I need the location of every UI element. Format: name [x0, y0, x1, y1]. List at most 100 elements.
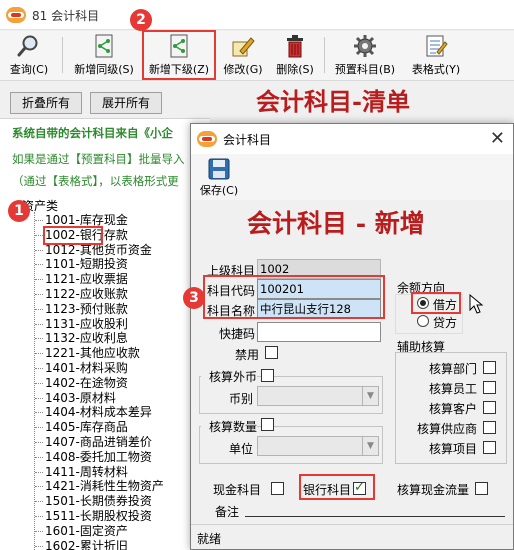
edit-icon [232, 37, 255, 57]
info-line: 如果是通过【预置科目】批量导入 [12, 152, 185, 166]
mouse-cursor-icon [469, 294, 484, 314]
cash-account-checkbox[interactable] [271, 482, 284, 495]
quantity-label: 核算数量 [201, 418, 257, 435]
step-badge: 3 [183, 287, 205, 309]
aux-item-checkbox[interactable] [483, 361, 496, 374]
dialog-toolbar: 保存(C) [191, 154, 513, 200]
aux-item-label: 核算部门 [428, 362, 477, 376]
main-title-bar: 81 会计科目 [0, 0, 514, 30]
table-format-button[interactable]: 表格式(Y) [404, 31, 468, 79]
tree-item[interactable]: 1101-短期投资 [35, 257, 128, 272]
aux-item-label: 核算员工 [428, 382, 477, 396]
info-line: 系统自带的会计科目来自《小企 [12, 126, 173, 140]
currency-select[interactable]: ▼ [257, 386, 379, 406]
close-icon[interactable]: ✕ [490, 128, 505, 149]
foreign-currency-checkbox[interactable] [261, 369, 274, 382]
credit-label: 贷方 [433, 316, 458, 330]
info-line: （通过【表格式】，以表格形式更 [12, 174, 179, 188]
unit-label: 单位 [228, 442, 253, 456]
edit-label: 修改(G) [223, 63, 263, 76]
dialog-heading: 会计科目 - 新增 [247, 209, 425, 238]
delete-button[interactable]: 删除(S) [272, 31, 318, 79]
collapse-all-button[interactable]: 折叠所有 [10, 92, 82, 114]
step-badge: 1 [8, 200, 30, 222]
preset-accounts-button[interactable]: 预置科目(B) [330, 31, 400, 79]
main-toolbar: 查询(C) 新增同级(S) 新增下级(Z) 修改(G) 删除(S) 预置科目(B… [0, 31, 514, 81]
cash-flow-label: 核算现金流量 [397, 483, 470, 497]
currency-label: 币别 [228, 392, 253, 406]
tree-item[interactable]: 1121-应收票据 [35, 272, 128, 287]
disabled-checkbox[interactable] [265, 346, 278, 359]
account-tree[interactable]: 资产类 1001-库存现金 1002-银行存款 1012-其他货币资金 1101-短期… [0, 196, 200, 550]
tree-item[interactable]: 1408-委托加工物资 [35, 450, 152, 465]
tree-item[interactable]: 1407-商品进销差价 [35, 435, 152, 450]
step-badge: 2 [130, 9, 152, 31]
aux-item-checkbox[interactable] [483, 381, 496, 394]
tree-item[interactable]: 1132-应收利息 [35, 331, 128, 346]
save-button[interactable]: 保存(C) [197, 154, 241, 202]
delete-label: 删除(S) [276, 63, 314, 76]
tree-item[interactable]: 1131-应收股利 [35, 317, 128, 332]
aux-item-label: 核算供应商 [416, 422, 477, 436]
tree-item[interactable]: 1601-固定资产 [35, 524, 128, 539]
gear-icon [354, 35, 376, 57]
tree-item[interactable]: 1403-原材料 [35, 391, 116, 406]
app-logo-icon [197, 131, 217, 147]
unit-select[interactable]: ▼ [257, 436, 379, 456]
quick-code-input[interactable] [257, 322, 381, 342]
aux-item-checkbox[interactable] [483, 441, 496, 454]
tree-item[interactable]: 1402-在途物资 [35, 376, 128, 391]
app-logo-icon [6, 7, 26, 23]
trash-icon [287, 35, 303, 58]
status-text: 就绪 [197, 532, 222, 546]
list-title: 会计科目-清单 [256, 87, 410, 116]
tree-item[interactable]: 1511-长期股权投资 [35, 509, 152, 524]
dialog-title-bar: 会计科目 ✕ [191, 124, 513, 154]
tree-item[interactable]: 1501-长期债券投资 [35, 494, 152, 509]
chevron-down-icon: ▼ [362, 437, 378, 455]
tree-item[interactable]: 1405-库存商品 [35, 420, 128, 435]
tree-item[interactable]: 1401-材料采购 [35, 361, 128, 376]
credit-radio[interactable] [417, 315, 429, 327]
tree-item[interactable]: 1421-消耗性生物资产 [35, 479, 164, 494]
highlight-bank-account [299, 474, 375, 500]
preset-accounts-label: 预置科目(B) [334, 63, 396, 76]
highlight-code-name [203, 275, 385, 319]
expand-all-button[interactable]: 展开所有 [90, 92, 162, 114]
note-input[interactable] [245, 516, 505, 517]
save-label: 保存(C) [199, 184, 239, 197]
quick-code-label: 快捷码 [218, 327, 255, 341]
aux-item-label: 核算客户 [428, 402, 477, 416]
tree-item[interactable]: 1602-累计折旧 [35, 539, 128, 550]
window-title: 81 会计科目 [32, 9, 100, 23]
aux-item-checkbox[interactable] [483, 401, 496, 414]
tree-item[interactable]: 1123-预付账款 [35, 302, 128, 317]
add-sibling-button[interactable]: 新增同级(S) [68, 31, 140, 79]
highlight-debit [411, 292, 461, 314]
add-sibling-icon [95, 34, 113, 58]
aux-item-label: 核算项目 [428, 442, 477, 456]
table-format-label: 表格式(Y) [411, 63, 461, 76]
aux-item-checkbox[interactable] [483, 421, 496, 434]
cash-account-label: 现金科目 [213, 483, 262, 497]
status-bar: 就绪 [191, 524, 513, 549]
toolbar-divider [324, 37, 325, 73]
edit-button[interactable]: 修改(G) [220, 31, 266, 79]
tree-item[interactable]: 1411-周转材料 [35, 465, 128, 480]
tree-item[interactable]: 1404-材料成本差异 [35, 405, 152, 420]
toolbar-divider [62, 37, 63, 73]
table-format-icon [426, 35, 448, 57]
highlight-add-child [142, 30, 216, 80]
floppy-disk-icon [208, 158, 230, 180]
quantity-checkbox[interactable] [261, 418, 274, 431]
query-button[interactable]: 查询(C) [6, 31, 52, 79]
add-sibling-label: 新增同级(S) [74, 63, 134, 76]
chevron-down-icon: ▼ [362, 387, 378, 405]
magnifier-icon [17, 35, 38, 57]
tree-item[interactable]: 1122-应收账款 [35, 287, 128, 302]
highlight-bank-deposit [43, 226, 103, 245]
disabled-label: 禁用 [234, 348, 259, 362]
cash-flow-checkbox[interactable] [475, 482, 488, 495]
query-label: 查询(C) [9, 63, 49, 76]
tree-item[interactable]: 1221-其他应收款 [35, 346, 140, 361]
